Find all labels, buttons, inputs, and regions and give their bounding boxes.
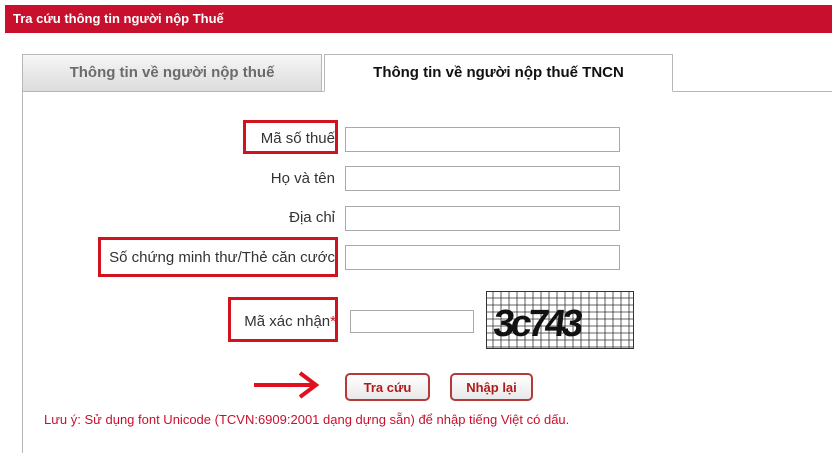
captcha-label-text: Mã xác nhận [244,313,331,330]
page-header: Tra cứu thông tin người nộp Thuế [5,5,832,33]
id-card-label: Số chứng minh thư/Thẻ căn cước [109,249,335,266]
search-button[interactable]: Tra cứu [345,373,430,401]
unicode-note: Lưu ý: Sử dụng font Unicode (TCVN:6909:2… [44,412,570,427]
captcha-image: 3c743 [486,291,634,349]
address-input[interactable] [345,206,620,231]
tax-code-label: Mã số thuế [260,130,335,147]
captcha-text: 3c743 [491,303,584,345]
tab-taxpayer-info[interactable]: Thông tin về người nộp thuế [22,54,322,92]
captcha-label: Mã xác nhận* [238,312,336,332]
captcha-input[interactable] [350,310,474,333]
captcha-grid: 3c743 [487,292,633,348]
tab-personal-income-taxpayer[interactable]: Thông tin về người nộp thuế TNCN [324,54,673,92]
full-name-label: Họ và tên [270,170,335,187]
address-label: Địa chỉ [289,209,335,226]
reset-button[interactable]: Nhập lại [450,373,533,401]
required-mark: * [330,313,336,330]
arrow-right-icon [254,371,320,399]
id-card-input[interactable] [345,245,620,270]
full-name-input[interactable] [345,166,620,191]
tax-code-input[interactable] [345,127,620,152]
